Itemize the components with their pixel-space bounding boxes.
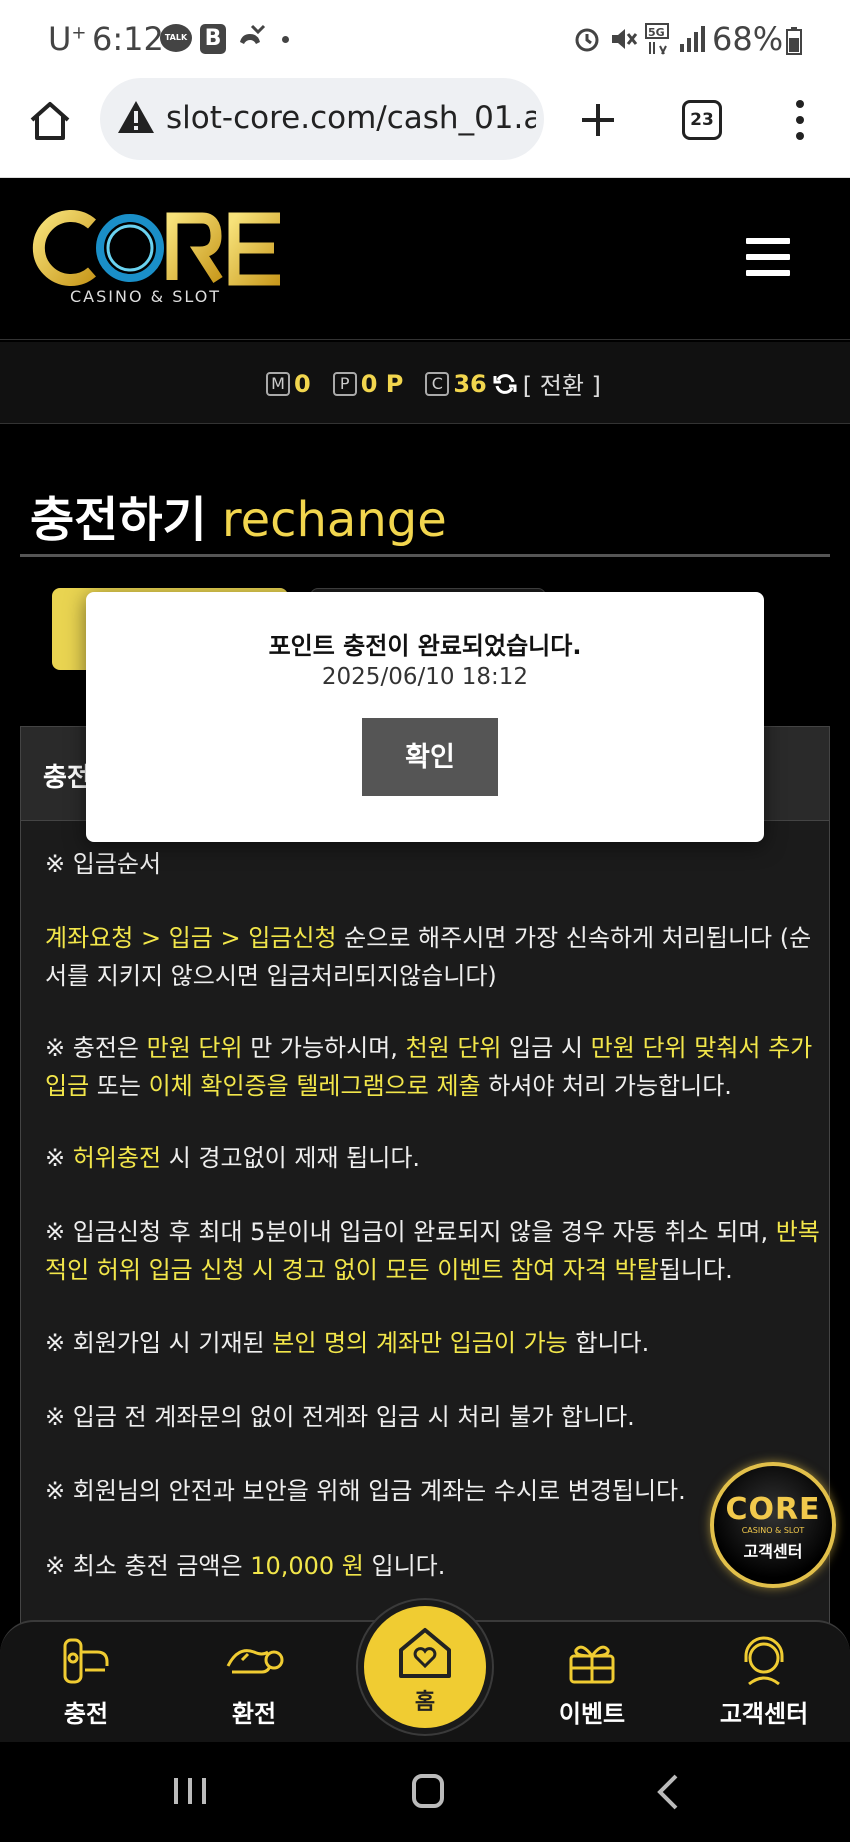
carrier-label: U+ [48, 20, 87, 58]
site-header: CASINO & SLOT [0, 178, 850, 340]
coin-badge: C [425, 371, 450, 396]
title-divider [20, 554, 830, 557]
5g-icon: 5G [645, 23, 669, 55]
clock: 6:12 [92, 20, 164, 58]
refresh-icon[interactable] [493, 372, 517, 396]
notice-minimum: ※ 최소 충전 금액은 10,000 원 입니다. [45, 1552, 446, 1580]
exchange-icon [226, 1649, 284, 1674]
core-logo[interactable]: CASINO & SLOT [30, 206, 290, 306]
page-title: 충전하기 rechange [30, 492, 447, 548]
confirm-button[interactable]: 확인 [362, 718, 498, 796]
b-app-icon: B [200, 24, 226, 54]
money-badge: M [266, 371, 290, 396]
alert-dialog: 포인트 충전이 완료되었습니다. 2025/06/10 18:12 확인 [86, 592, 764, 842]
notice-false-charge: ※ 허위충전 시 경고없이 제재 됩니다. [45, 1144, 421, 1172]
nav-home[interactable]: 홈 [358, 1600, 492, 1734]
nav-event[interactable]: 이벤트 [532, 1636, 652, 1736]
support-logo: CORE [725, 1492, 821, 1527]
info-panel: 충전 ※ 입금순서 계좌요청 > 입금 > 입금신청 순으로 해주시면 가장 신… [20, 726, 830, 1726]
headset-icon [744, 1636, 784, 1686]
notice-account-change: ※ 회원님의 안전과 보안을 위해 입금 계좌는 수시로 변경됩니다. [45, 1477, 686, 1505]
gift-icon [569, 1645, 615, 1684]
browser-toolbar: slot-core.com/cash_01.a 23 [0, 78, 850, 178]
nav-customer-center[interactable]: 고객센터 [704, 1636, 824, 1736]
notice-own-account: ※ 회원가입 시 기재된 본인 명의 계좌만 입금이 가능 합니다. [45, 1329, 650, 1357]
point-badge: P [332, 371, 357, 396]
battery-percent: 68% [712, 20, 784, 58]
mute-icon [612, 29, 638, 49]
money-value: 0 [294, 369, 311, 398]
nav-exchange[interactable]: 환전 [194, 1636, 314, 1736]
nav-charge[interactable]: 충전 [26, 1636, 146, 1736]
dialog-timestamp: 2025/06/10 18:12 [321, 664, 529, 690]
points-bar: M 0 P 0 P C 36 [ 전환 ] [0, 342, 850, 424]
dialog-message: 포인트 충전이 완료되었습니다. [268, 632, 582, 660]
missed-call-icon [240, 24, 266, 44]
notice-unit: ※ 충전은 만원 단위 만 가능하시며, 천원 단위 입금 시 만원 단위 맞춰… [45, 1034, 813, 1100]
support-label: 고객센터 [743, 1542, 803, 1561]
signal-icon [680, 26, 705, 52]
logo-subtitle: CASINO & SLOT [70, 287, 221, 306]
more-menu-icon[interactable] [790, 98, 810, 142]
customer-center-badge[interactable]: CORE CASINO & SLOT 고객센터 [710, 1462, 836, 1588]
status-bar: U+ 6:12 TALK B 5G 68% [0, 0, 850, 78]
home-heart-icon [399, 1628, 451, 1678]
support-logo-sub: CASINO & SLOT [741, 1526, 805, 1535]
alarm-icon [575, 28, 599, 52]
coin-value: 36 [453, 369, 487, 398]
browser-home-icon[interactable] [28, 98, 72, 142]
recent-apps-icon[interactable] [172, 1776, 208, 1806]
url-text[interactable]: slot-core.com/cash_01.a [166, 100, 536, 136]
notification-dot [282, 36, 289, 43]
panel-header-title: 충전 [43, 763, 91, 793]
warning-icon[interactable] [116, 98, 156, 136]
kakaotalk-icon: TALK [160, 24, 192, 52]
notice-order-title: ※ 입금순서 [45, 850, 162, 878]
svg-text:5G: 5G [648, 26, 665, 39]
charge-icon [63, 1638, 109, 1684]
notice-auto-cancel: ※ 입금신청 후 최대 5분이내 입금이 완료되지 않을 경우 자동 취소 되며… [45, 1218, 820, 1284]
system-home-icon[interactable] [412, 1774, 444, 1808]
notice-order: 계좌요청 > 입금 > 입금신청 순으로 해주시면 가장 신속하게 처리됩니다 … [45, 924, 812, 990]
back-icon[interactable] [656, 1774, 680, 1810]
notice-account-inquiry: ※ 입금 전 계좌문의 없이 전계좌 입금 시 처리 불가 합니다. [45, 1403, 635, 1431]
point-value: 0 P [360, 369, 404, 398]
hamburger-menu-icon[interactable] [746, 238, 790, 276]
convert-link[interactable]: [ 전환 ] [523, 366, 601, 401]
battery-icon [786, 27, 802, 55]
system-nav-bar [0, 1742, 850, 1842]
address-bar[interactable]: slot-core.com/cash_01.a [100, 78, 544, 160]
tab-switcher-button[interactable]: 23 [682, 100, 722, 140]
new-tab-icon[interactable] [576, 98, 620, 142]
